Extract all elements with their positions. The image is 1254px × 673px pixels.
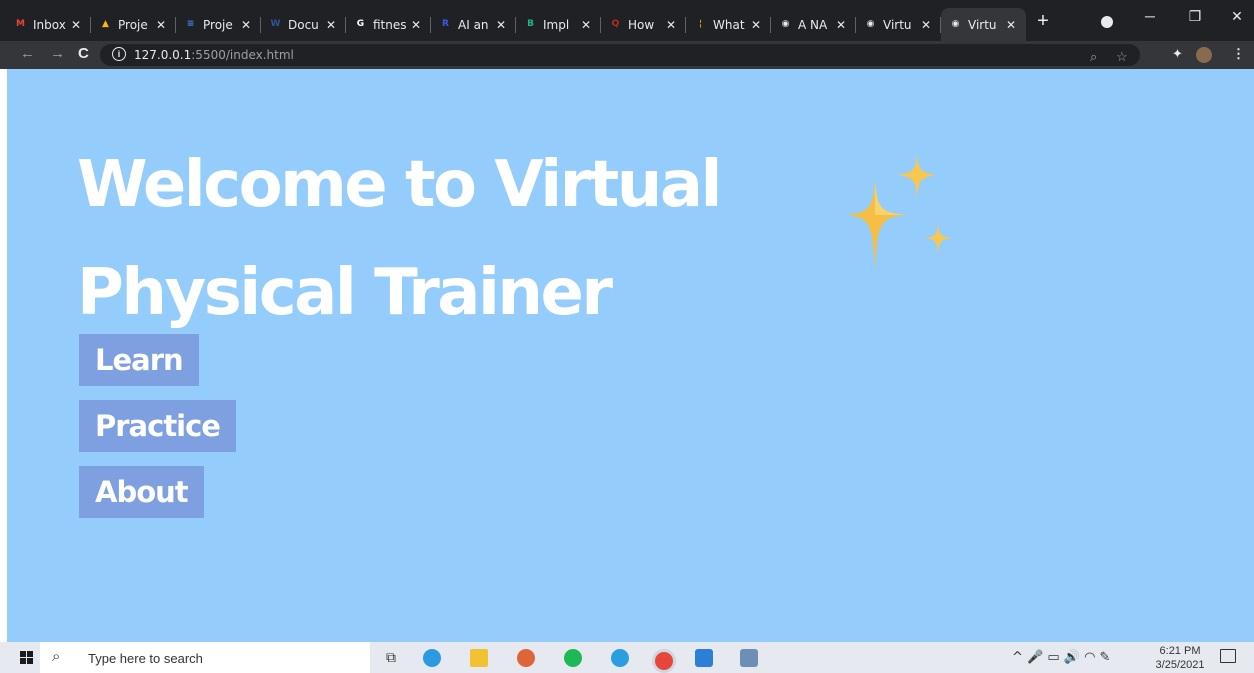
tab-close-icon[interactable]: ✕: [836, 18, 846, 32]
browser-tab[interactable]: ¦ What ✕: [686, 8, 771, 41]
tab-close-icon[interactable]: ✕: [496, 18, 506, 32]
url-text[interactable]: 127.0.0.1:5500/index.html: [134, 48, 294, 62]
browser-tab[interactable]: W Docu ✕: [261, 8, 346, 41]
tab-label: Impl: [543, 17, 570, 32]
about-button[interactable]: About: [79, 466, 204, 518]
tab-label: AI an: [458, 17, 489, 32]
telegram-icon[interactable]: [611, 649, 629, 667]
tab-label: Proje: [118, 17, 148, 32]
practice-button[interactable]: Practice: [79, 400, 236, 452]
search-placeholder: Type here to search: [88, 651, 203, 666]
file-explorer-icon[interactable]: [470, 649, 488, 667]
notification-icon[interactable]: [1220, 649, 1236, 663]
browser-tab[interactable]: ▲ Proje ✕: [91, 8, 176, 41]
clock[interactable]: 6:21 PM 3/25/2021: [1152, 644, 1208, 672]
avatar[interactable]: [1196, 47, 1212, 63]
globe-icon: ◉: [951, 19, 960, 29]
tab-close-icon[interactable]: ✕: [156, 18, 166, 32]
close-window-icon[interactable]: ✕: [1222, 8, 1252, 25]
tab-label: A NA: [798, 17, 828, 32]
minimize-icon[interactable]: ─: [1135, 8, 1165, 24]
browser-tab[interactable]: M Inbox ✕: [6, 8, 91, 41]
photos-icon[interactable]: [740, 649, 758, 667]
browser-tab[interactable]: B Impl ✕: [516, 8, 601, 41]
browser-tab[interactable]: ◉ A NA ✕: [771, 8, 856, 41]
menu-icon[interactable]: ⋮: [1232, 46, 1245, 62]
tab-close-icon[interactable]: ✕: [581, 18, 591, 32]
learn-button[interactable]: Learn: [79, 334, 199, 386]
page-body: Welcome to Virtual Physical Trainer Lear…: [7, 69, 1254, 642]
app-icon: R: [442, 19, 449, 29]
sparkles-icon: [845, 153, 953, 271]
tab-label: Proje: [203, 17, 233, 32]
tab-close-icon[interactable]: ✕: [751, 18, 761, 32]
browser-tab-strip: M Inbox ✕ ▲ Proje ✕ ≡ Proje ✕ W Docu ✕ Gfitnes ✕ R AI a…: [0, 0, 1254, 41]
firefox-icon[interactable]: [517, 649, 535, 667]
restore-icon[interactable]: ❐: [1180, 8, 1210, 25]
browser-tab[interactable]: ◉ Virtu ✕: [941, 8, 1026, 41]
forward-icon[interactable]: →: [50, 45, 65, 62]
info-icon[interactable]: i: [112, 47, 126, 61]
bookmark-star-icon[interactable]: ☆: [1116, 49, 1128, 65]
tab-label: How: [628, 17, 655, 32]
quora-icon: Q: [611, 19, 620, 29]
gmail-icon: M: [16, 19, 25, 29]
tab-close-icon[interactable]: ✕: [1006, 18, 1016, 32]
tab-close-icon[interactable]: ✕: [71, 18, 81, 32]
app-icon: B: [527, 19, 534, 29]
windows-taskbar: ⌕ Type here to search ⧉ ^ 🎤 ▭ 🔊 ◠ ✎ 6:21…: [0, 642, 1254, 673]
browser-tab[interactable]: Q How ✕: [601, 8, 686, 41]
clock-date: 3/25/2021: [1155, 659, 1205, 671]
new-tab-button[interactable]: +: [1030, 9, 1056, 35]
tab-close-icon[interactable]: ✕: [241, 18, 251, 32]
tab-close-icon[interactable]: ✕: [666, 18, 676, 32]
tab-label: Virtu: [883, 17, 912, 32]
task-view-icon[interactable]: ⧉: [386, 649, 396, 666]
taskbar-search[interactable]: ⌕ Type here to search: [40, 642, 370, 673]
google-icon: G: [356, 19, 365, 29]
app-icon: ¦: [698, 19, 703, 29]
word-icon: W: [270, 19, 281, 29]
page-title: Welcome to Virtual Physical Trainer: [77, 148, 722, 330]
chrome-icon[interactable]: [652, 649, 676, 673]
tab-label: Virtu: [968, 17, 997, 32]
browser-tab[interactable]: ◉ Virtu ✕: [856, 8, 941, 41]
edge-icon[interactable]: [423, 649, 441, 667]
tab-search-icon[interactable]: [1101, 16, 1113, 28]
tab-label: Inbox: [33, 17, 66, 32]
clock-time: 6:21 PM: [1159, 645, 1201, 657]
globe-icon: ◉: [781, 19, 790, 29]
reload-icon[interactable]: C: [78, 45, 89, 62]
extensions-icon[interactable]: ✦: [1172, 46, 1183, 62]
tab-close-icon[interactable]: ✕: [411, 18, 421, 32]
google-docs-icon: ≡: [186, 19, 195, 29]
google-drive-icon: ▲: [102, 19, 109, 29]
vscode-icon[interactable]: [695, 649, 713, 667]
spotify-icon[interactable]: [564, 649, 582, 667]
globe-icon: ◉: [866, 19, 875, 29]
url-path: :5500/index.html: [191, 48, 294, 62]
tab-label: Docu: [288, 17, 319, 32]
url-host: 127.0.0.1: [134, 48, 192, 62]
browser-tab[interactable]: R AI an ✕: [431, 8, 516, 41]
tab-label: What: [713, 17, 745, 32]
address-bar[interactable]: i 127.0.0.1:5500/index.html ⌕ ☆: [100, 44, 1140, 66]
search-icon: ⌕: [52, 648, 61, 665]
tab-close-icon[interactable]: ✕: [326, 18, 336, 32]
browser-tab[interactable]: Gfitnes ✕: [346, 8, 431, 41]
system-tray[interactable]: ^ 🎤 ▭ 🔊 ◠ ✎: [1012, 650, 1110, 665]
back-icon[interactable]: ←: [20, 45, 35, 62]
tab-label: fitnes: [373, 17, 407, 32]
browser-toolbar: ← → C i 127.0.0.1:5500/index.html ⌕ ☆ ✦ …: [0, 41, 1254, 69]
tab-close-icon[interactable]: ✕: [921, 18, 931, 32]
browser-tab[interactable]: ≡ Proje ✕: [176, 8, 261, 41]
zoom-icon[interactable]: ⌕: [1090, 49, 1097, 65]
windows-start-icon[interactable]: [20, 651, 34, 665]
